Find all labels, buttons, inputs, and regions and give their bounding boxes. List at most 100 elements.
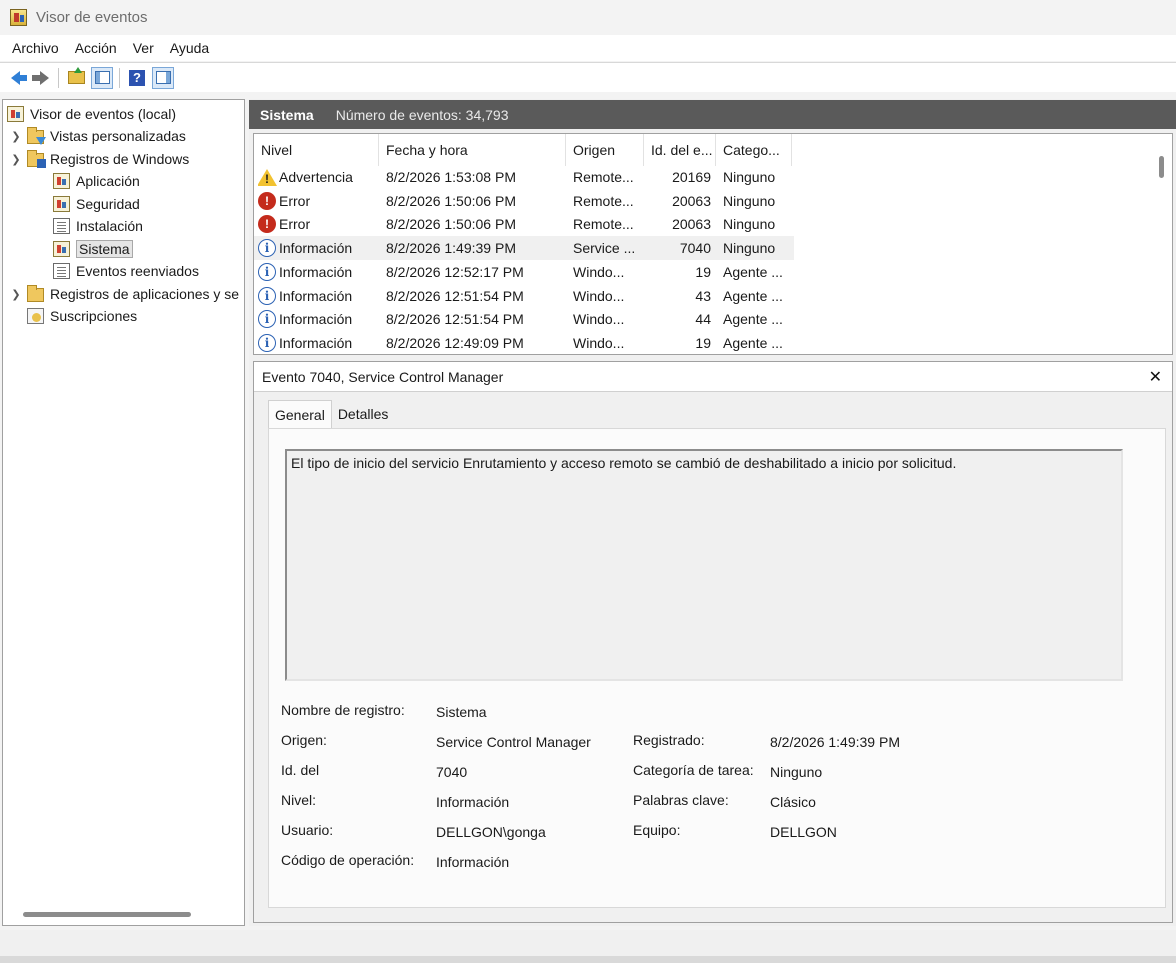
table-row[interactable]: i Información 8/2/2026 12:49:09 PM Windo...… [254,331,794,354]
column-header-id[interactable]: Id. del e... [644,134,716,166]
id-cell: 20063 [672,216,711,233]
table-row[interactable]: i Información 8/2/2026 12:52:17 PM Windo...… [254,260,794,284]
category-cell: Agente ... [723,311,783,328]
tree-item-label: Suscripciones [50,308,138,324]
taskbar-edge [0,956,1176,963]
console-tree[interactable]: Visor de eventos (local) ❯ Vistas person… [2,99,245,926]
column-header-origen[interactable]: Origen [566,134,644,166]
tree-item-root[interactable]: Visor de eventos (local) [7,103,176,125]
date-cell: 8/2/2026 12:52:17 PM [386,263,524,280]
source-value: Service Control Manager [436,734,591,750]
chevron-down-icon[interactable]: ❯ [9,153,23,166]
source-cell: Windo... [573,287,625,304]
forward-arrow-icon [31,70,49,85]
tree-item-aplicacion[interactable]: Aplicación [53,170,140,192]
tree-item-custom-views[interactable]: ❯ Vistas personalizadas [9,125,186,147]
source-cell: Windo... [573,334,625,351]
source-cell: Windo... [573,263,625,280]
menu-accion[interactable]: Acción [67,40,125,56]
toolbar-separator [119,67,120,88]
tree-item-label: Visor de eventos (local) [30,106,177,122]
menu-ayuda[interactable]: Ayuda [162,40,217,56]
chevron-right-icon[interactable]: ❯ [9,288,23,301]
level-cell: ! Error [258,189,376,213]
date-cell: 8/2/2026 12:51:54 PM [386,287,524,304]
date-cell: 8/2/2026 1:53:08 PM [386,169,516,185]
chevron-right-icon[interactable]: ❯ [9,130,23,143]
computer-label: Equipo: [633,822,681,838]
log-name-value: Sistema [436,704,487,720]
general-tab-body: El tipo de inicio del servicio Enrutamie… [268,428,1166,908]
tree-item-seguridad[interactable]: Seguridad [53,193,140,215]
logged-label: Registrado: [633,732,705,748]
log-header: Sistema Número de eventos: 34,793 [249,100,1176,129]
info-icon: i [258,333,276,352]
event-detail-title: Evento 7040, Service Control Manager ✕ [254,362,1172,392]
menu-ver[interactable]: Ver [125,40,162,56]
column-header-nivel[interactable]: Nivel [254,134,379,166]
id-cell: 19 [695,334,711,351]
tab-general[interactable]: General [268,400,332,428]
category-cell: Ninguno [723,216,776,233]
table-row[interactable]: ! Error 8/2/2026 1:50:06 PM Remote... 20063 N… [254,189,794,213]
category-cell: Ninguno [723,240,776,257]
show-hide-tree-button[interactable] [91,66,113,89]
back-arrow-icon [10,70,27,85]
event-viewer-icon [7,106,24,122]
tree-item-sistema[interactable]: Sistema [53,238,133,260]
event-message[interactable]: El tipo de inicio del servicio Enrutamie… [285,449,1123,681]
id-cell: 7040 [679,240,711,257]
tree-item-app-service-logs[interactable]: ❯ Registros de aplicaciones y se [9,283,239,305]
show-hide-action-pane-button[interactable] [152,66,174,89]
source-label: Origen: [281,732,327,748]
table-row[interactable]: ! Error 8/2/2026 1:50:06 PM Remote... 20063 N… [254,212,794,236]
level-cell: i Información [258,307,376,331]
level-text: Información [279,263,353,280]
tree-item-label: Registros de Windows [50,151,190,167]
id-cell: 44 [695,311,711,328]
source-cell: Remote... [573,192,634,209]
warning-icon [258,168,277,186]
toolbar: ? [0,62,1176,92]
id-cell: 20063 [672,192,711,209]
list-vertical-scrollbar[interactable] [1159,156,1164,178]
tab-detalles[interactable]: Detalles [332,400,395,428]
up-one-level-button[interactable] [65,67,87,89]
show-action-pane-icon [155,71,171,84]
event-list[interactable]: Nivel Fecha y hora Origen Id. del e... C… [253,133,1173,355]
date-cell: 8/2/2026 12:49:09 PM [386,334,524,351]
back-button[interactable] [4,67,27,89]
level-cell: i Información [258,236,376,260]
table-row[interactable]: Advertencia 8/2/2026 1:53:08 PM Remote... 2… [254,165,794,189]
forward-button[interactable] [30,67,52,89]
window-title: Visor de eventos [36,8,148,26]
column-header-categoria[interactable]: Catego... [716,134,792,166]
level-cell: ! Error [258,212,376,236]
tree-item-windows-logs[interactable]: ❯ Registros de Windows [9,148,189,170]
keywords-label: Palabras clave: [633,792,729,808]
category-cell: Agente ... [723,334,783,351]
level-value: Información [436,794,510,810]
info-icon: i [258,310,276,329]
level-cell: i Información [258,260,376,284]
tree-horizontal-scrollbar[interactable] [23,912,191,917]
table-row[interactable]: i Información 8/2/2026 12:51:54 PM Windo...… [254,307,794,331]
table-row[interactable]: i Información 8/2/2026 1:49:39 PM Service .… [254,236,794,261]
keywords-value: Clásico [770,794,816,810]
menu-archivo[interactable]: Archivo [4,40,67,56]
tree-item-instalacion[interactable]: Instalación [53,215,143,237]
close-icon[interactable]: ✕ [1149,367,1162,387]
date-cell: 8/2/2026 1:50:06 PM [386,216,516,233]
toolbar-separator [58,67,59,88]
tree-item-eventos-reenviados[interactable]: Eventos reenviados [53,260,199,282]
tree-item-suscripciones[interactable]: Suscripciones [27,305,137,327]
opcode-value: Información [436,854,510,870]
help-button[interactable]: ? [126,67,148,89]
level-text: Advertencia [279,169,353,185]
detail-tabs: General Detalles [268,400,394,428]
event-id-value: 7040 [436,764,468,780]
table-row[interactable]: i Información 8/2/2026 12:51:54 PM Windo...… [254,284,794,308]
date-cell: 8/2/2026 12:51:54 PM [386,311,524,328]
category-cell: Agente ... [723,263,783,280]
column-header-fecha[interactable]: Fecha y hora [379,134,566,166]
